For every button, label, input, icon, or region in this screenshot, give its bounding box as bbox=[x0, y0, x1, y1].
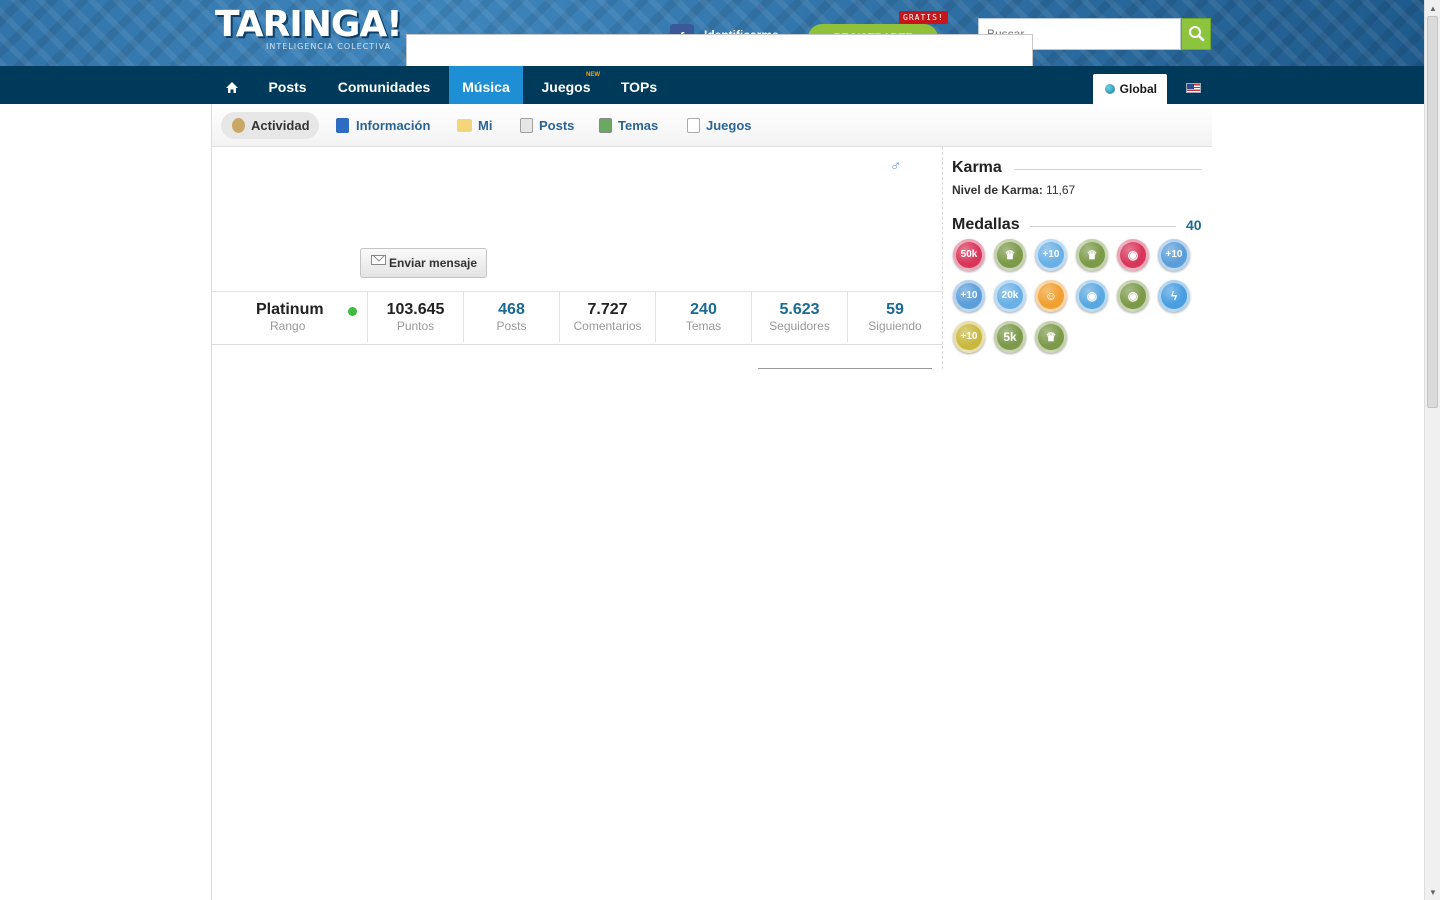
scroll-up-arrow-icon[interactable]: ▲ bbox=[1429, 4, 1437, 13]
site-logo[interactable]: TARINGA! bbox=[215, 4, 403, 45]
plus10-medal-icon[interactable]: +10 bbox=[953, 321, 985, 353]
stat-seguidores-value: 5.623 bbox=[779, 301, 820, 318]
search-button[interactable] bbox=[1181, 18, 1211, 50]
tab-temas[interactable]: Temas bbox=[618, 112, 658, 139]
plus10-medal-icon[interactable]: +10 bbox=[1035, 239, 1067, 271]
stat-siguiendo-value: 59 bbox=[886, 301, 904, 318]
stat-puntos-value: 103.645 bbox=[386, 301, 445, 318]
stat-rango: Platinum Rango bbox=[212, 292, 367, 342]
stat-siguiendo-label: Siguiendo bbox=[868, 319, 922, 333]
stat-comentarios-value: 7.727 bbox=[587, 301, 628, 318]
stat-posts-value: 468 bbox=[498, 301, 525, 318]
activity-icon bbox=[232, 118, 245, 133]
tab-posts[interactable]: Posts bbox=[539, 112, 574, 139]
trophy-medal-icon[interactable]: ♛ bbox=[1076, 239, 1108, 271]
stat-puntos: 103.645 Puntos bbox=[367, 292, 463, 342]
5k-medal-icon[interactable]: 5k bbox=[994, 321, 1026, 353]
stat-comentarios-label: Comentarios bbox=[573, 319, 642, 333]
column-divider bbox=[942, 147, 943, 369]
site-tagline: INTELIGENCIA COLECTIVA bbox=[266, 42, 391, 51]
stat-posts[interactable]: 468 Posts bbox=[463, 292, 559, 342]
karma-level: Nivel de Karma: 11,67 bbox=[952, 183, 1075, 197]
new-badge: NEW bbox=[586, 72, 600, 78]
tab-informacion[interactable]: Información bbox=[356, 112, 430, 139]
home-button[interactable] bbox=[214, 68, 250, 104]
stat-seguidores-label: Seguidores bbox=[769, 319, 830, 333]
plus10-medal-icon[interactable]: +10 bbox=[1158, 239, 1190, 271]
lightning-medal-icon[interactable]: ϟ bbox=[1158, 280, 1190, 312]
karma-divider bbox=[1014, 169, 1202, 170]
medals-title: Medallas bbox=[952, 216, 1020, 233]
medals-count[interactable]: 40 bbox=[1186, 217, 1202, 233]
nav-comunidades[interactable]: Comunidades bbox=[325, 66, 443, 104]
online-status-icon bbox=[348, 307, 357, 316]
eye-medal-icon[interactable]: ◉ bbox=[1076, 280, 1108, 312]
info-icon bbox=[336, 118, 349, 133]
topics-icon bbox=[599, 118, 612, 133]
eye-medal-icon[interactable]: ◉ bbox=[1117, 239, 1149, 271]
stat-puntos-label: Puntos bbox=[396, 319, 435, 333]
plus10-medal-icon[interactable]: +10 bbox=[953, 280, 985, 312]
tab-actividad-label: Actividad bbox=[251, 118, 310, 133]
stat-temas-label: Temas bbox=[685, 319, 722, 333]
20k-medal-icon[interactable]: 20k bbox=[994, 280, 1026, 312]
tab-mi[interactable]: Mi bbox=[478, 112, 492, 139]
face-medal-icon[interactable]: ☺ bbox=[1035, 280, 1067, 312]
trophy-medal-icon[interactable]: ♛ bbox=[994, 239, 1026, 271]
50k-medal-icon[interactable]: 50k bbox=[953, 239, 985, 271]
search-icon bbox=[1189, 26, 1205, 42]
us-flag-icon[interactable] bbox=[1186, 83, 1201, 93]
mail-icon bbox=[371, 255, 386, 265]
stat-temas[interactable]: 240 Temas bbox=[655, 292, 751, 342]
nav-tops[interactable]: TOPs bbox=[608, 66, 670, 104]
medals-divider bbox=[1030, 226, 1176, 227]
male-icon: ♂ bbox=[890, 158, 902, 175]
stat-seguidores[interactable]: 5.623 Seguidores bbox=[751, 292, 847, 342]
karma-level-value: 11,67 bbox=[1046, 183, 1076, 197]
stat-posts-label: Posts bbox=[496, 319, 527, 333]
games-icon bbox=[687, 118, 700, 133]
globe-icon bbox=[1105, 84, 1115, 94]
wall-icon bbox=[457, 119, 472, 132]
karma-title: Karma bbox=[952, 159, 1002, 176]
scroll-down-arrow-icon[interactable]: ▼ bbox=[1429, 888, 1437, 897]
nav-musica[interactable]: Música bbox=[449, 66, 523, 104]
stat-temas-value: 240 bbox=[690, 301, 717, 318]
nav-posts[interactable]: Posts bbox=[254, 66, 321, 104]
stat-siguiendo[interactable]: 59 Siguiendo bbox=[847, 292, 942, 342]
karma-level-label: Nivel de Karma: bbox=[952, 183, 1043, 197]
posts-icon bbox=[520, 118, 533, 133]
scroll-thumb[interactable] bbox=[1427, 16, 1438, 408]
trophy-medal-icon[interactable]: ♛ bbox=[1035, 321, 1067, 353]
stat-rango-label: Rango bbox=[270, 319, 306, 333]
home-icon bbox=[226, 82, 238, 93]
eye-medal-icon[interactable]: ◉ bbox=[1117, 280, 1149, 312]
gratis-badge: GRATIS! bbox=[899, 11, 948, 24]
tab-juegos[interactable]: Juegos bbox=[706, 112, 752, 139]
content-divider bbox=[758, 368, 932, 369]
stat-comentarios: 7.727 Comentarios bbox=[559, 292, 655, 342]
